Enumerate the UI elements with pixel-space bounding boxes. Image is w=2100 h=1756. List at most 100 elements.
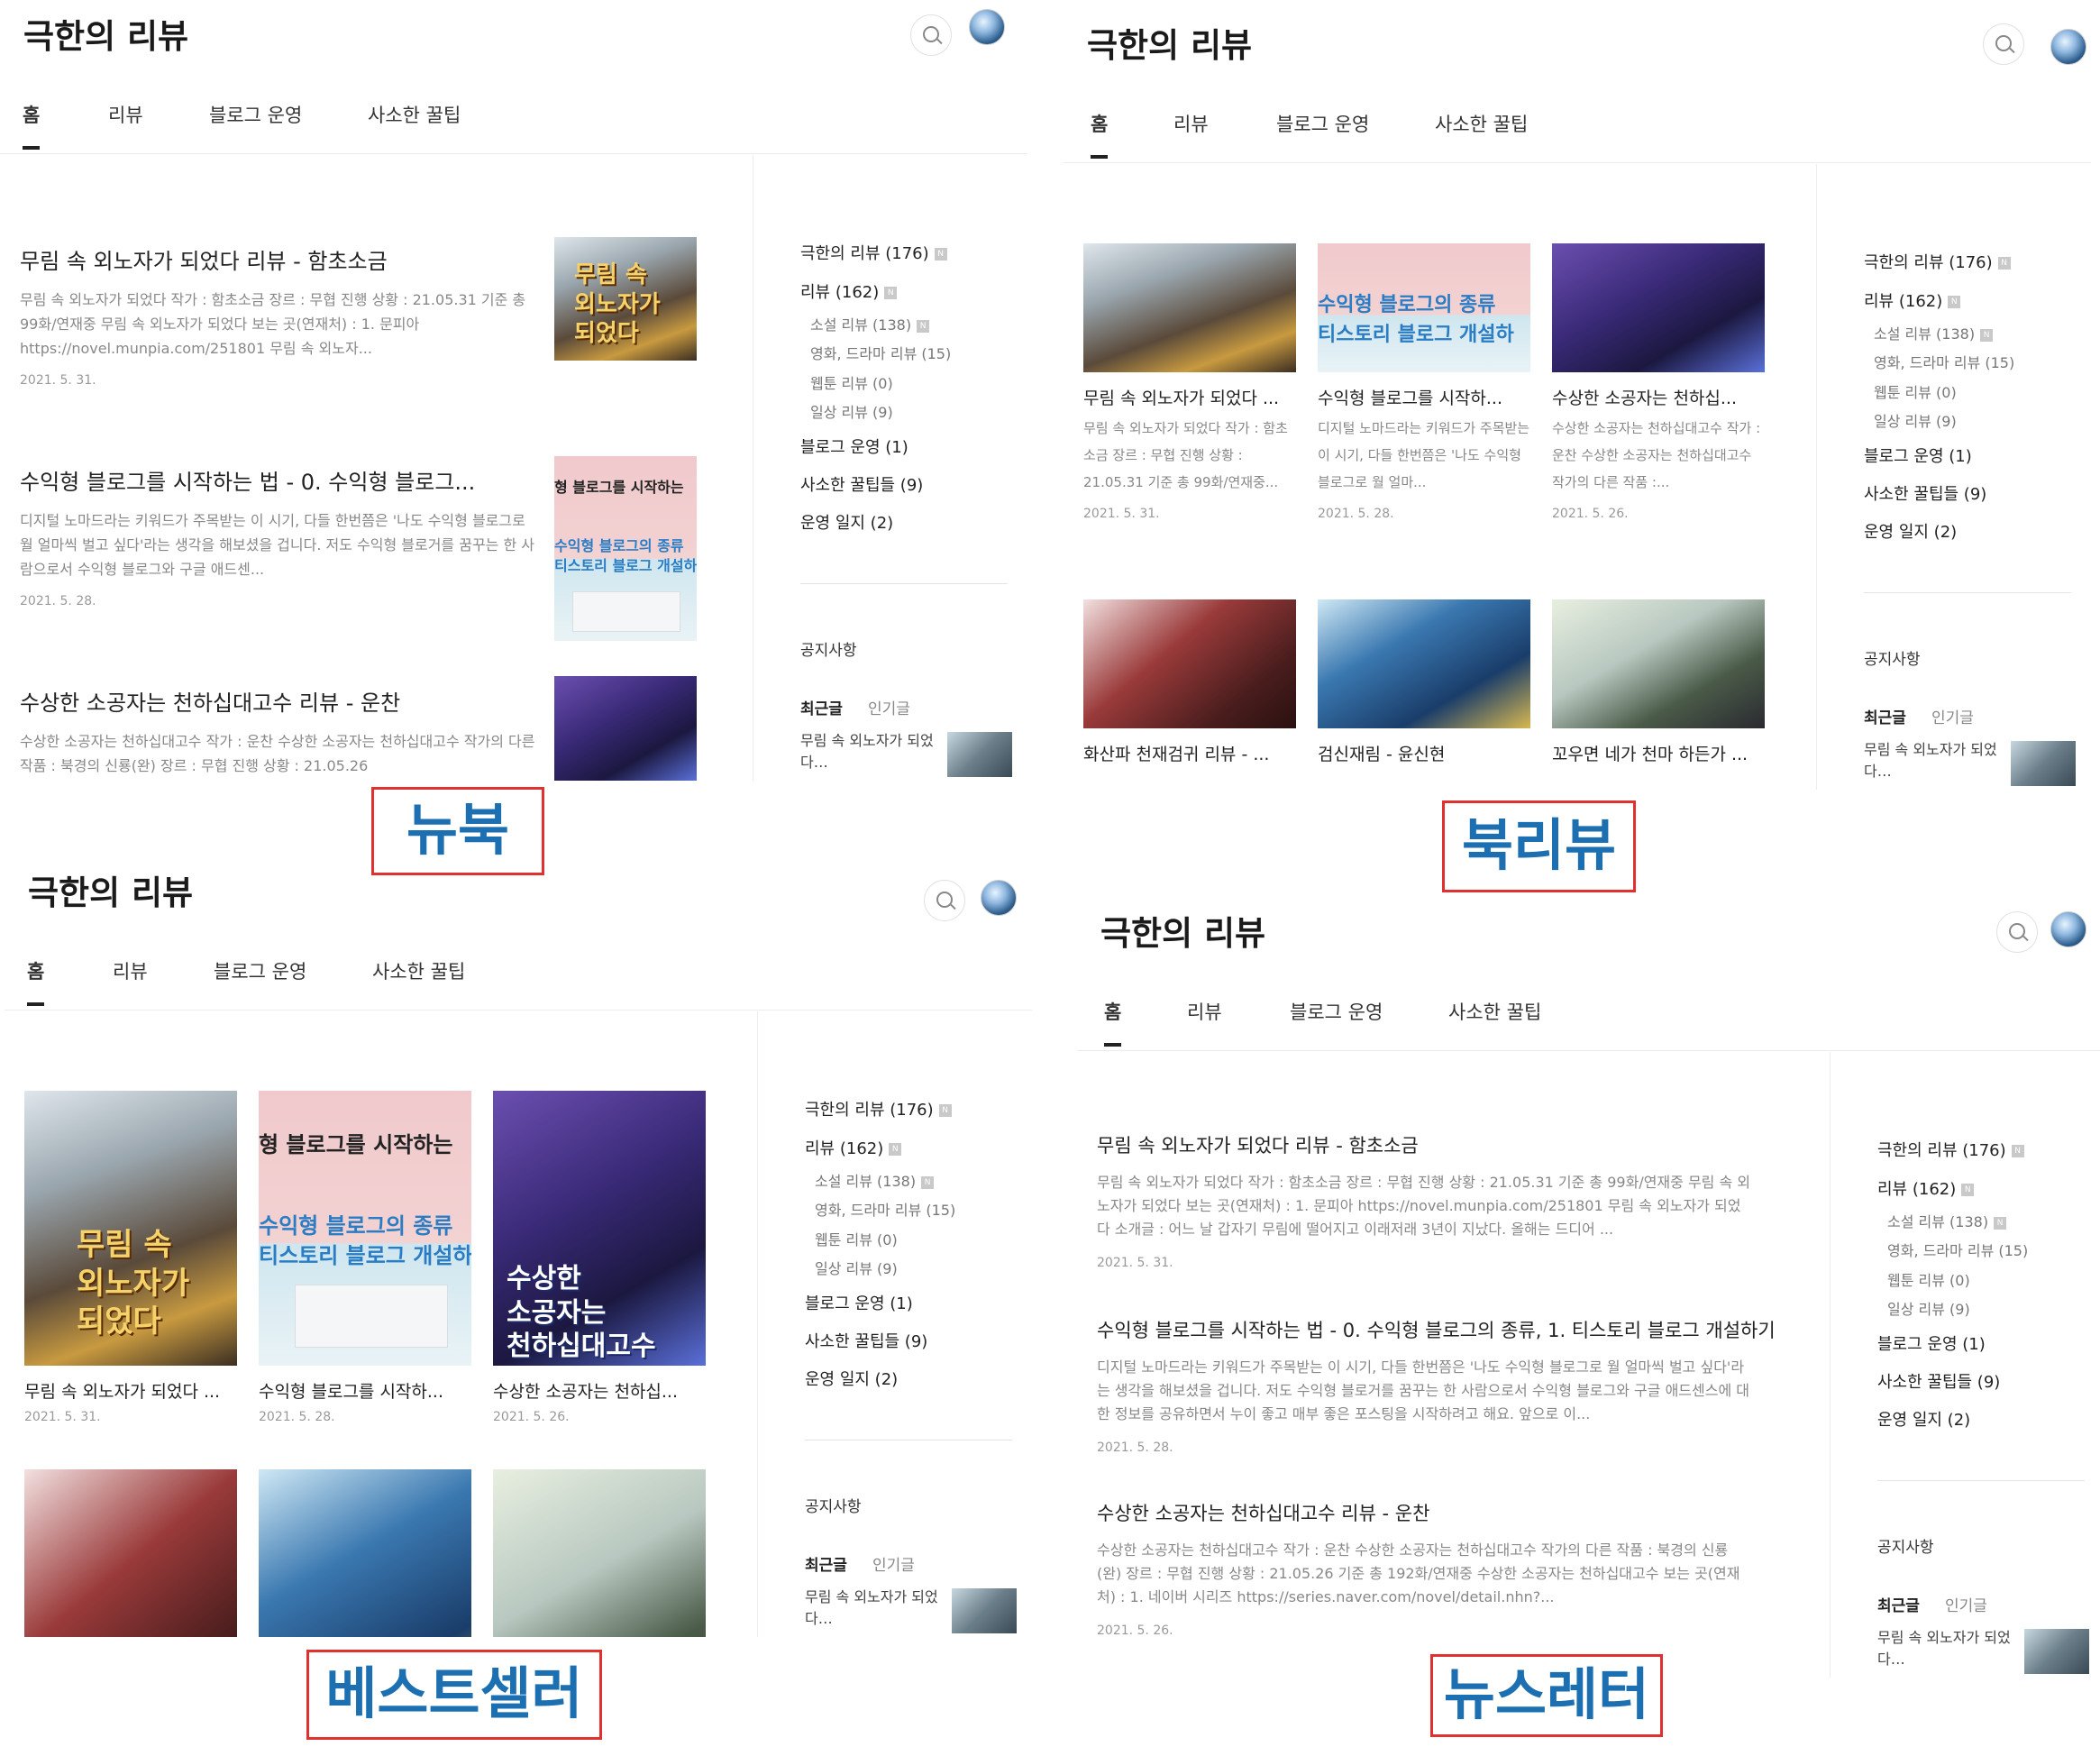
book-card[interactable] <box>493 1469 706 1637</box>
post-thumbnail[interactable] <box>259 1469 471 1637</box>
blog-title[interactable]: 극한의 리뷰 <box>28 865 193 914</box>
recent-post-title[interactable]: 무림 속 외노자가 되었다… <box>800 730 936 773</box>
recent-post-title[interactable]: 무림 속 외노자가 되었다… <box>1864 739 1999 782</box>
search-icon[interactable] <box>910 14 952 56</box>
notice-title[interactable]: 공지사항 <box>800 637 857 660</box>
post-thumbnail[interactable] <box>493 1469 706 1637</box>
category-item[interactable]: 블로그 운영 (1) <box>1864 444 1972 467</box>
category-item[interactable]: 리뷰 (162) N <box>800 279 898 303</box>
post-title[interactable]: 꼬우면 네가 천마 하든가 ... <box>1552 741 1765 765</box>
tab-home[interactable]: 홈 <box>23 101 41 150</box>
category-item[interactable]: 운영 일지 (2) <box>800 510 893 534</box>
category-sub-item[interactable]: 일상 리뷰 (9) <box>1874 409 1957 431</box>
tab-blog-admin[interactable]: 블로그 운영 <box>214 957 306 1002</box>
post-title[interactable]: 수상한 소공자는 천하십... <box>1552 385 1765 409</box>
category-sub-item[interactable]: 소설 리뷰 (138) N <box>1887 1210 2007 1231</box>
tab-review[interactable]: 리뷰 <box>113 957 148 1002</box>
blog-title[interactable]: 극한의 리뷰 <box>1087 18 1252 67</box>
tab-tips[interactable]: 사소한 꿀팁 <box>372 957 465 1002</box>
category-item[interactable]: 블로그 운영 (1) <box>800 434 908 458</box>
post-title[interactable]: 무림 속 외노자가 되었다 리뷰 - 함초소금 <box>20 243 543 275</box>
tab-recent-posts[interactable]: 최근글 <box>800 696 843 718</box>
tab-blog-admin[interactable]: 블로그 운영 <box>1290 998 1383 1043</box>
tab-blog-admin[interactable]: 블로그 운영 <box>209 101 302 146</box>
blog-title[interactable]: 극한의 리뷰 <box>1100 906 1265 955</box>
post-item[interactable]: 수익형 블로그를 시작하는 법 - 0. 수익형 블로그... 디지털 노마드라… <box>20 464 543 608</box>
category-item[interactable]: 리뷰 (162) N <box>1877 1176 1975 1200</box>
tab-tips[interactable]: 사소한 꿀팁 <box>368 101 461 146</box>
post-thumbnail[interactable] <box>1552 243 1765 372</box>
category-sub-item[interactable]: 웹툰 리뷰 (0) <box>1874 380 1957 402</box>
category-sub-item[interactable]: 영화, 드라마 리뷰 (15) <box>1887 1239 2028 1260</box>
category-item[interactable]: 운영 일지 (2) <box>805 1367 898 1390</box>
category-sub-item[interactable]: 영화, 드라마 리뷰 (15) <box>810 342 951 363</box>
tab-tips[interactable]: 사소한 꿀팁 <box>1435 110 1528 155</box>
post-thumbnail[interactable] <box>1083 243 1296 372</box>
category-sub-item[interactable]: 웹툰 리뷰 (0) <box>810 371 893 393</box>
avatar[interactable] <box>2050 911 2086 947</box>
category-sub-item[interactable]: 소설 리뷰 (138) N <box>1874 322 1994 343</box>
post-title[interactable]: 수익형 블로그를 시작하는 법 - 0. 수익형 블로그의 종류, 1. 티스토… <box>1097 1316 1776 1343</box>
category-sub-item[interactable]: 영화, 드라마 리뷰 (15) <box>1874 351 2014 372</box>
book-card[interactable] <box>24 1469 237 1637</box>
post-card[interactable]: 수익형 블로그의 종류 티스토리 블로그 개설하 수익형 블로그를 시작하...… <box>1318 243 1530 521</box>
post-title[interactable]: 수익형 블로그를 시작하... <box>1318 385 1530 409</box>
tab-recent-posts[interactable]: 최근글 <box>1864 705 1906 727</box>
category-item[interactable]: 사소한 꿀팁들 (9) <box>1864 481 1986 505</box>
category-item[interactable]: 사소한 꿀팁들 (9) <box>805 1329 927 1352</box>
post-thumbnail[interactable] <box>554 676 697 781</box>
category-sub-item[interactable]: 웹툰 리뷰 (0) <box>1887 1268 1970 1290</box>
tab-review[interactable]: 리뷰 <box>1173 110 1209 155</box>
book-card[interactable]: 무림 속 외노자가 되었다 무림 속 외노자가 되었다 ... 2021. 5.… <box>24 1091 237 1424</box>
post-thumbnail[interactable]: 무림 속 외노자가 되었다 <box>554 237 697 361</box>
post-item[interactable]: 수익형 블로그를 시작하는 법 - 0. 수익형 블로그의 종류, 1. 티스토… <box>1097 1316 1776 1455</box>
category-sub-item[interactable]: 일상 리뷰 (9) <box>810 400 893 422</box>
blog-title[interactable]: 극한의 리뷰 <box>23 9 188 58</box>
category-sub-item[interactable]: 소설 리뷰 (138) N <box>815 1169 935 1191</box>
category-item[interactable]: 리뷰 (162) N <box>805 1136 902 1159</box>
post-title[interactable]: 수상한 소공자는 천하십... <box>493 1378 706 1403</box>
post-thumbnail[interactable] <box>1552 599 1765 728</box>
tab-review[interactable]: 리뷰 <box>1187 998 1222 1043</box>
category-root[interactable]: 극한의 리뷰 (176) N <box>1864 250 2011 273</box>
category-item[interactable]: 운영 일지 (2) <box>1864 519 1957 543</box>
category-item[interactable]: 블로그 운영 (1) <box>1877 1331 1986 1355</box>
category-root[interactable]: 극한의 리뷰 (176) N <box>805 1097 952 1120</box>
tab-home[interactable]: 홈 <box>1104 998 1122 1047</box>
post-thumbnail[interactable]: 수익형 블로그의 종류 티스토리 블로그 개설하 <box>1318 243 1530 372</box>
tab-recent-posts[interactable]: 최근글 <box>805 1552 847 1575</box>
post-title[interactable]: 수상한 소공자는 천하십대고수 리뷰 - 운찬 <box>1097 1499 1750 1526</box>
category-sub-item[interactable]: 영화, 드라마 리뷰 (15) <box>815 1198 955 1220</box>
post-title[interactable]: 수익형 블로그를 시작하는 법 - 0. 수익형 블로그... <box>20 464 543 496</box>
post-thumbnail[interactable]: 수상한 소공자는 천하십대고수 <box>493 1091 706 1366</box>
post-thumbnail[interactable] <box>24 1469 237 1637</box>
post-title[interactable]: 무림 속 외노자가 되었다 ... <box>1083 385 1296 409</box>
recent-post-title[interactable]: 무림 속 외노자가 되었다… <box>1877 1627 2013 1670</box>
post-thumbnail[interactable] <box>1083 599 1296 728</box>
tab-popular-posts[interactable]: 인기글 <box>1931 705 1974 727</box>
recent-post-thumbnail[interactable] <box>2011 741 2076 786</box>
category-root[interactable]: 극한의 리뷰 (176) N <box>1877 1138 2024 1161</box>
notice-title[interactable]: 공지사항 <box>1864 646 1921 669</box>
avatar[interactable] <box>2050 29 2086 65</box>
post-item[interactable]: 무림 속 외노자가 되었다 리뷰 - 함초소금 무림 속 외노자가 되었다 작가… <box>20 243 543 388</box>
tab-popular-posts[interactable]: 인기글 <box>1945 1593 1987 1615</box>
tab-popular-posts[interactable]: 인기글 <box>872 1552 915 1575</box>
post-title[interactable]: 수상한 소공자는 천하십대고수 리뷰 - 운찬 <box>20 685 543 717</box>
tab-review[interactable]: 리뷰 <box>108 101 143 146</box>
notice-title[interactable]: 공지사항 <box>1877 1534 1934 1557</box>
search-icon[interactable] <box>1983 23 2024 65</box>
avatar[interactable] <box>981 880 1017 916</box>
post-card[interactable]: 무림 속 외노자가 되었다 ... 무림 속 외노자가 되었다 작가 : 함초소… <box>1083 243 1296 521</box>
post-card[interactable]: 수상한 소공자는 천하십... 수상한 소공자는 천하십대고수 작가 : 운찬 … <box>1552 243 1765 521</box>
search-icon[interactable] <box>924 880 965 921</box>
tab-blog-admin[interactable]: 블로그 운영 <box>1276 110 1369 155</box>
tab-home[interactable]: 홈 <box>1091 110 1109 159</box>
category-item[interactable]: 운영 일지 (2) <box>1877 1407 1970 1431</box>
post-item[interactable]: 무림 속 외노자가 되었다 리뷰 - 함초소금 무림 속 외노자가 되었다 작가… <box>1097 1131 1750 1270</box>
book-card[interactable]: 형 블로그를 시작하는 수익형 블로그의 종류 티스토리 블로그 개설하 수익형… <box>259 1091 471 1424</box>
tab-popular-posts[interactable]: 인기글 <box>868 696 910 718</box>
avatar[interactable] <box>969 9 1005 45</box>
recent-post-thumbnail[interactable] <box>2024 1629 2089 1674</box>
tab-tips[interactable]: 사소한 꿀팁 <box>1448 998 1541 1043</box>
